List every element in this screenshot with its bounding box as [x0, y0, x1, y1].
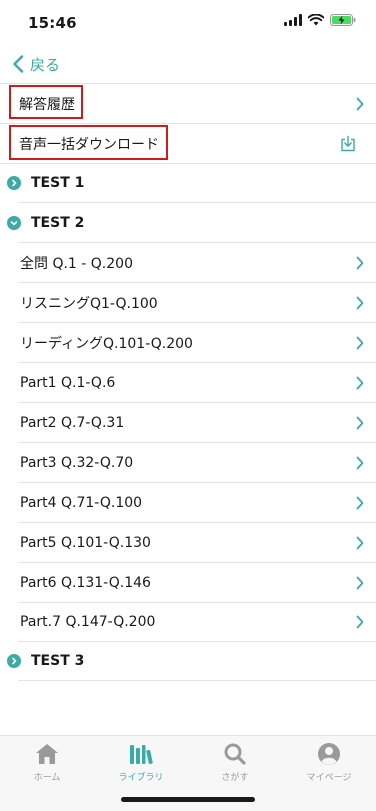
list-item-part3[interactable]: Part3 Q.32-Q.70 — [0, 443, 376, 482]
chevron-right-icon — [356, 615, 364, 629]
answer-history-label: 解答履歴 — [19, 96, 75, 113]
chevron-right-icon — [356, 97, 364, 110]
bulk-audio-download-label: 音声一括ダウンロード — [19, 136, 159, 153]
battery-charging-icon — [330, 14, 356, 26]
tab-label: ホーム — [33, 773, 61, 783]
list-item-all-questions[interactable]: 全問 Q.1 - Q.200 — [0, 243, 376, 282]
status-time: 15:46 — [28, 14, 77, 32]
list-item-label: Part1 Q.1-Q.6 — [20, 374, 116, 391]
tab-label: マイページ — [306, 773, 352, 783]
back-label: 戻る — [30, 55, 61, 74]
chevron-right-icon — [356, 536, 364, 549]
list-item-label: Part3 Q.32-Q.70 — [20, 454, 134, 471]
list-item-label: Part5 Q.101-Q.130 — [20, 534, 151, 551]
search-icon — [224, 743, 246, 765]
chevron-right-icon — [356, 416, 364, 429]
tab-label: さがす — [221, 773, 249, 783]
section-test-2[interactable]: TEST 2 — [0, 203, 376, 242]
list-item-label: Part6 Q.131-Q.146 — [20, 574, 151, 591]
cellular-signal-icon — [284, 14, 302, 26]
home-indicator — [121, 797, 255, 802]
status-icons — [284, 14, 356, 26]
tab-my-page[interactable]: マイページ — [282, 742, 376, 783]
chevron-right-icon — [356, 576, 364, 589]
list-item-reading[interactable]: リーディングQ.101-Q.200 — [0, 323, 376, 362]
answer-history-row[interactable]: 解答履歴 — [0, 84, 376, 123]
tab-search[interactable]: さがす — [188, 742, 282, 783]
list-item-part7[interactable]: Part.7 Q.147-Q.200 — [0, 603, 376, 641]
list-item-label: Part2 Q.7-Q.31 — [20, 414, 125, 431]
list-item-part5[interactable]: Part5 Q.101-Q.130 — [0, 523, 376, 562]
download-icon[interactable] — [340, 135, 356, 152]
home-icon — [36, 744, 58, 764]
list-item-label: Part.7 Q.147-Q.200 — [20, 614, 156, 630]
section-label: TEST 3 — [31, 653, 85, 669]
section-label: TEST 2 — [31, 214, 85, 231]
list-item-part6[interactable]: Part6 Q.131-Q.146 — [0, 563, 376, 602]
chevron-right-circle-icon — [7, 654, 21, 668]
list-item-listening[interactable]: リスニングQ1-Q.100 — [0, 283, 376, 322]
tab-library[interactable]: ライブラリ — [94, 742, 188, 783]
chevron-right-icon — [356, 256, 364, 269]
chevron-right-icon — [356, 336, 364, 349]
section-label: TEST 1 — [31, 175, 85, 191]
tab-label: ライブラリ — [118, 773, 164, 783]
navigation-bar: 戻る — [0, 44, 376, 84]
tab-home[interactable]: ホーム — [0, 742, 94, 783]
list-item-label: Part4 Q.71-Q.100 — [20, 494, 143, 511]
list-item-label: リーディングQ.101-Q.200 — [20, 335, 193, 352]
wifi-icon — [308, 14, 324, 26]
status-bar: 15:46 — [0, 0, 376, 44]
list-item-part1[interactable]: Part1 Q.1-Q.6 — [0, 363, 376, 402]
chevron-right-icon — [356, 496, 364, 509]
chevron-left-icon — [13, 55, 24, 73]
list-item-label: 全問 Q.1 - Q.200 — [20, 255, 133, 272]
section-test-3[interactable]: TEST 3 — [0, 642, 376, 680]
chevron-right-circle-icon — [7, 176, 21, 190]
library-icon — [130, 745, 153, 765]
chevron-right-icon — [356, 456, 364, 469]
bulk-audio-download-row[interactable]: 音声一括ダウンロード — [0, 124, 376, 163]
chevron-down-circle-icon — [7, 215, 21, 230]
list-item-label: リスニングQ1-Q.100 — [20, 295, 158, 312]
profile-icon — [318, 743, 340, 765]
list-item-part2[interactable]: Part2 Q.7-Q.31 — [0, 403, 376, 442]
section-test-1[interactable]: TEST 1 — [0, 164, 376, 202]
back-button[interactable]: 戻る — [12, 52, 60, 76]
divider — [18, 680, 376, 681]
list-item-part4[interactable]: Part4 Q.71-Q.100 — [0, 483, 376, 522]
chevron-right-icon — [356, 296, 364, 309]
chevron-right-icon — [356, 376, 364, 389]
